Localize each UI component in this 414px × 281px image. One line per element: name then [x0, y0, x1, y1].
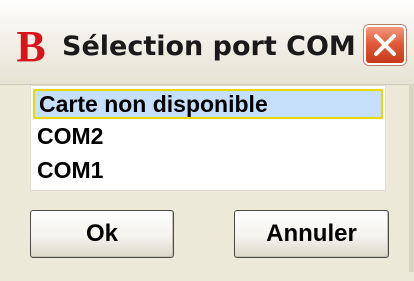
list-item-com2[interactable]: COM2: [33, 122, 383, 152]
window-title: Sélection port COM: [62, 31, 356, 62]
window-border-right: [409, 84, 414, 281]
close-button[interactable]: [364, 25, 406, 65]
dialog-window: B Sélection port COM Carte non disponibl…: [0, 0, 414, 281]
title-bar[interactable]: B Sélection port COM: [0, 0, 414, 85]
cancel-button[interactable]: Annuler: [234, 210, 389, 258]
ok-button[interactable]: Ok: [30, 210, 174, 258]
app-logo-icon: B: [16, 22, 46, 71]
list-item-com1[interactable]: COM1: [33, 156, 383, 186]
list-item-carte-non-disponible[interactable]: Carte non disponible: [33, 89, 383, 119]
close-icon: [374, 34, 396, 56]
window-border-bottom: [0, 272, 414, 281]
port-listbox[interactable]: Carte non disponible COM2 COM1: [30, 85, 386, 191]
